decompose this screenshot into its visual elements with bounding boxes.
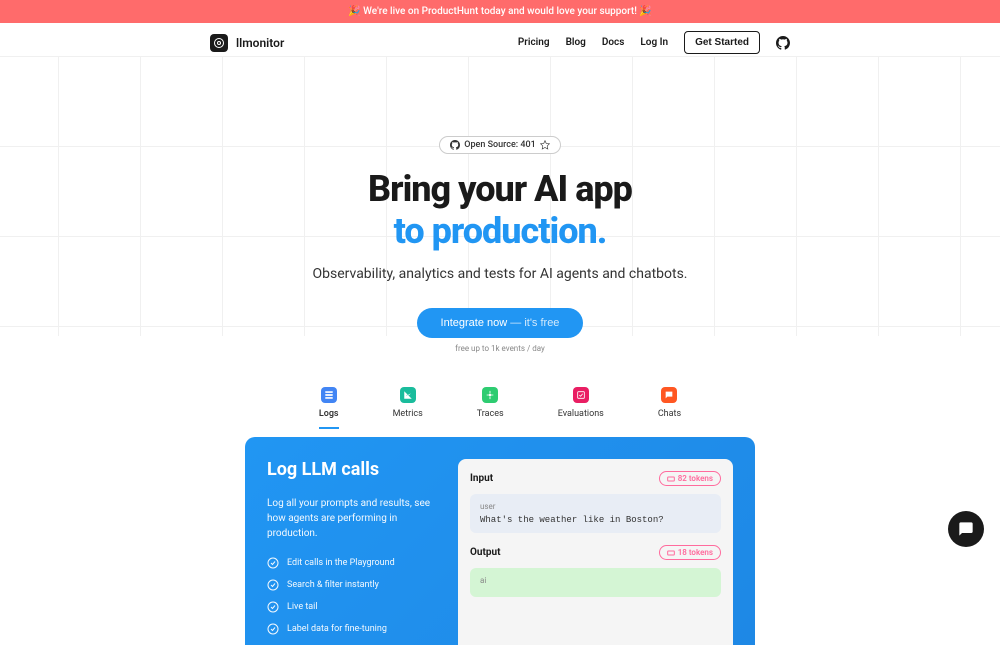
input-text: What's the weather like in Boston? bbox=[480, 515, 711, 525]
input-role: user bbox=[480, 502, 711, 511]
tab-icon bbox=[400, 387, 416, 403]
output-role: ai bbox=[480, 576, 711, 585]
feature-item-text: Label data for fine-tuning bbox=[287, 624, 387, 634]
tab-metrics[interactable]: Metrics bbox=[393, 387, 423, 429]
output-message: ai bbox=[470, 568, 721, 597]
feature-list-item: Search & filter instantly bbox=[267, 579, 442, 591]
feature-item-text: Search & filter instantly bbox=[287, 580, 379, 590]
top-nav: llmonitor Pricing Blog Docs Log In Get S… bbox=[0, 23, 1000, 63]
output-header: Output 18 tokens bbox=[470, 545, 721, 560]
logo-text: llmonitor bbox=[236, 36, 284, 50]
tab-icon bbox=[482, 387, 498, 403]
tab-label: Traces bbox=[477, 409, 504, 419]
tab-traces[interactable]: Traces bbox=[477, 387, 504, 429]
logo-icon bbox=[210, 34, 228, 52]
tab-label: Logs bbox=[319, 409, 339, 419]
feature-title: Log LLM calls bbox=[267, 459, 442, 480]
check-circle-icon bbox=[267, 623, 279, 635]
feature-description: Log LLM calls Log all your prompts and r… bbox=[267, 459, 442, 645]
token-icon bbox=[667, 475, 675, 483]
nav-links: Pricing Blog Docs Log In Get Started bbox=[518, 31, 790, 54]
cta-main-text: Integrate now bbox=[441, 317, 508, 329]
tab-logs[interactable]: Logs bbox=[319, 387, 339, 429]
get-started-button[interactable]: Get Started bbox=[684, 31, 760, 54]
nav-login[interactable]: Log In bbox=[640, 37, 668, 48]
feature-card: Log LLM calls Log all your prompts and r… bbox=[245, 437, 755, 645]
badge-label: Open Source: 401 bbox=[464, 140, 535, 150]
output-token-count: 18 tokens bbox=[678, 548, 713, 557]
input-message: user What's the weather like in Boston? bbox=[470, 494, 721, 533]
feature-list-item: Label data for fine-tuning bbox=[267, 623, 442, 635]
open-source-badge[interactable]: Open Source: 401 bbox=[439, 136, 560, 154]
tab-label: Metrics bbox=[393, 409, 423, 419]
feature-tabs: Logs Metrics Traces Evaluations Chats bbox=[0, 387, 1000, 429]
hero-section: Open Source: 401 Bring your AI app to pr… bbox=[0, 63, 1000, 353]
announcement-banner[interactable]: 🎉 We're live on ProductHunt today and wo… bbox=[0, 0, 1000, 23]
input-label: Input bbox=[470, 473, 493, 484]
token-icon bbox=[667, 549, 675, 557]
output-token-badge: 18 tokens bbox=[659, 545, 721, 560]
chat-widget-button[interactable] bbox=[948, 511, 984, 547]
input-header: Input 82 tokens bbox=[470, 471, 721, 486]
hero-title-line1: Bring your AI app bbox=[0, 168, 1000, 210]
feature-desc: Log all your prompts and results, see ho… bbox=[267, 496, 442, 541]
tab-label: Chats bbox=[658, 409, 681, 419]
nav-brand[interactable]: llmonitor bbox=[210, 34, 284, 52]
chat-icon bbox=[958, 521, 974, 537]
github-small-icon bbox=[450, 140, 460, 150]
nav-blog[interactable]: Blog bbox=[566, 37, 586, 48]
feature-list-item: Edit calls in the Playground bbox=[267, 557, 442, 569]
integrate-button[interactable]: Integrate now — it's free bbox=[417, 308, 584, 338]
nav-docs[interactable]: Docs bbox=[602, 37, 625, 48]
output-label: Output bbox=[470, 547, 501, 558]
input-token-badge: 82 tokens bbox=[659, 471, 721, 486]
feature-item-text: Live tail bbox=[287, 602, 318, 612]
tab-chats[interactable]: Chats bbox=[658, 387, 681, 429]
feature-list: Edit calls in the Playground Search & fil… bbox=[267, 557, 442, 635]
check-circle-icon bbox=[267, 579, 279, 591]
hero-subtitle: Observability, analytics and tests for A… bbox=[0, 266, 1000, 282]
hero-title-line2: to production. bbox=[0, 210, 1000, 252]
github-icon[interactable] bbox=[776, 36, 790, 50]
cta-sub-text: — it's free bbox=[507, 317, 559, 329]
tab-icon bbox=[661, 387, 677, 403]
nav-pricing[interactable]: Pricing bbox=[518, 37, 550, 48]
feature-list-item: Live tail bbox=[267, 601, 442, 613]
input-token-count: 82 tokens bbox=[678, 474, 713, 483]
tab-icon bbox=[573, 387, 589, 403]
tab-icon bbox=[321, 387, 337, 403]
tab-label: Evaluations bbox=[558, 409, 604, 419]
feature-preview: Input 82 tokens user What's the weather … bbox=[458, 459, 733, 645]
feature-item-text: Edit calls in the Playground bbox=[287, 558, 395, 568]
check-circle-icon bbox=[267, 601, 279, 613]
star-icon bbox=[540, 140, 550, 150]
cta-note: free up to 1k events / day bbox=[0, 344, 1000, 353]
tab-evaluations[interactable]: Evaluations bbox=[558, 387, 604, 429]
check-circle-icon bbox=[267, 557, 279, 569]
